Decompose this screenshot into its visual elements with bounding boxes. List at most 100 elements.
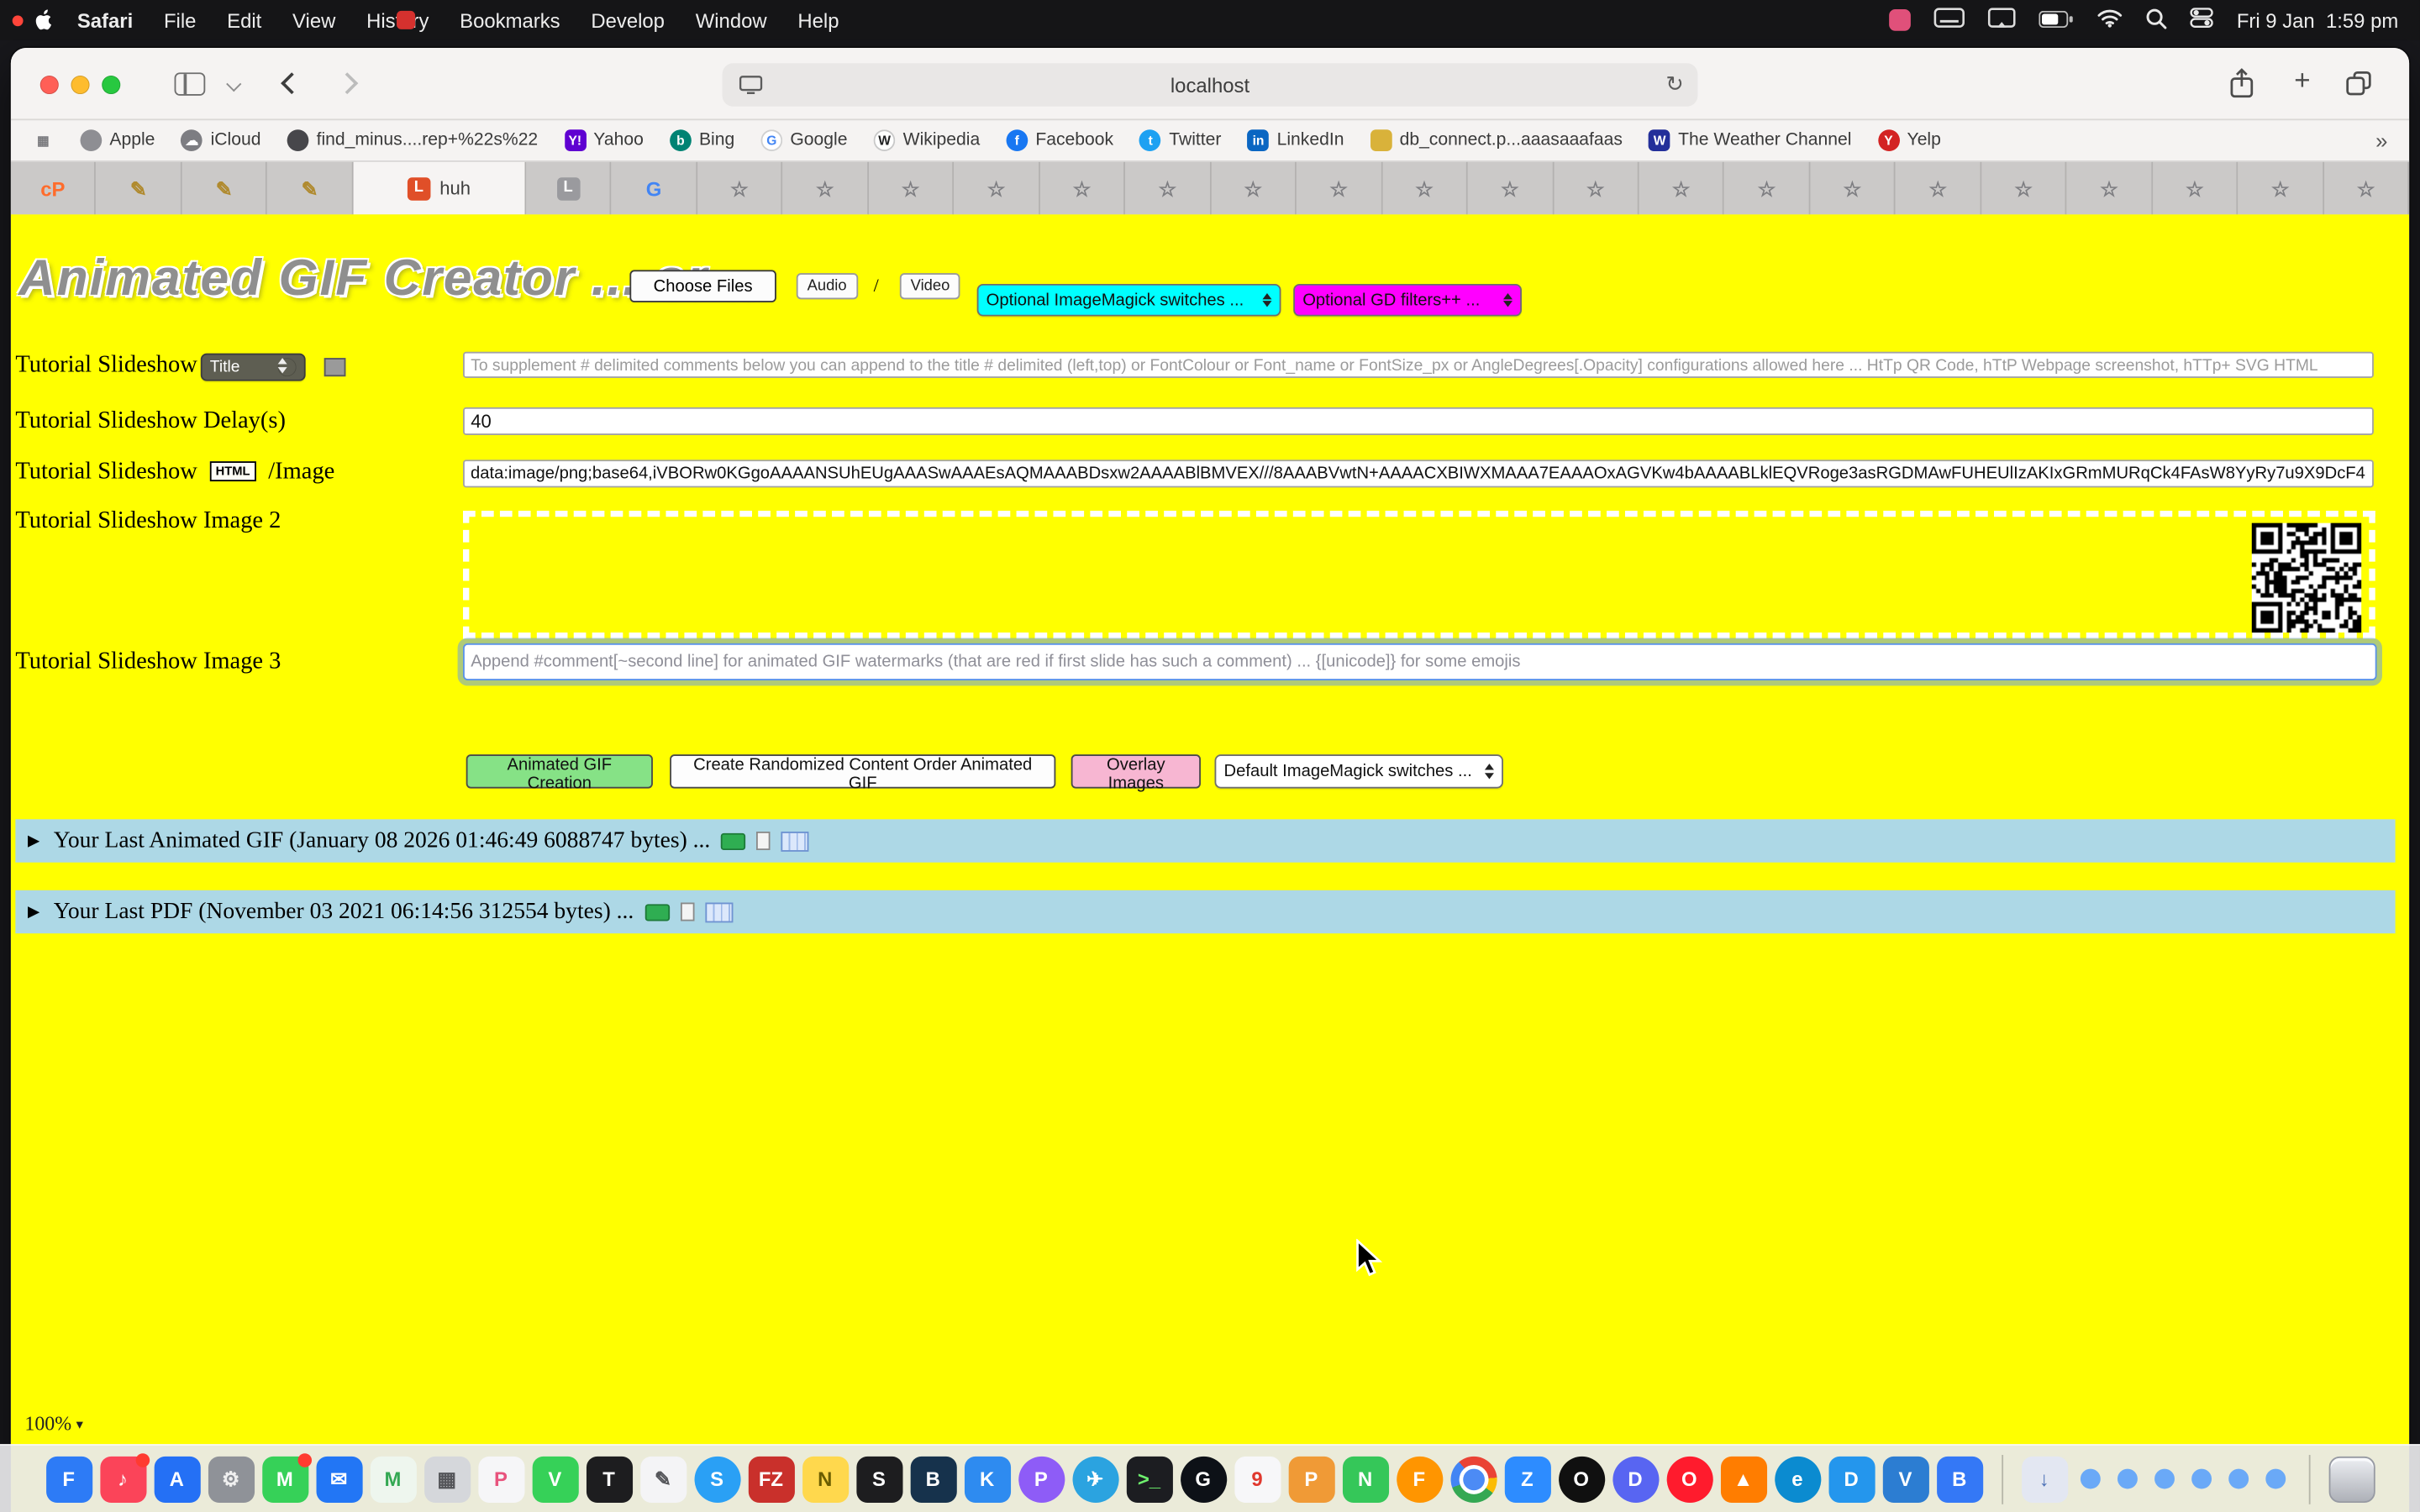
tab-litespeed[interactable]: L (526, 162, 612, 214)
dock-discord[interactable]: D (1612, 1456, 1658, 1502)
menu-window[interactable]: Window (680, 8, 782, 32)
animated-gif-creation-button[interactable]: Animated GIF Creation (466, 754, 653, 788)
wifi-icon[interactable] (2098, 8, 2123, 32)
dock-bluetooth[interactable]: B (1936, 1456, 1982, 1502)
favorite-twitter[interactable]: tTwitter (1139, 129, 1221, 151)
dock-bbedit[interactable]: B (910, 1456, 956, 1502)
favorite-weather-channel[interactable]: WThe Weather Channel (1649, 129, 1851, 151)
dock-numbers[interactable]: N (1342, 1456, 1388, 1502)
tab-blank-star-17[interactable]: ☆ (2067, 162, 2153, 214)
close-window-button[interactable] (40, 76, 59, 94)
dock-docker[interactable]: D (1828, 1456, 1875, 1502)
dock-stocks[interactable]: S (855, 1456, 902, 1502)
zoom-indicator[interactable]: 100% ▾ (24, 1412, 83, 1436)
tab-blank-star-10[interactable]: ☆ (1468, 162, 1554, 214)
menu-extra-pink-icon[interactable] (1890, 9, 1912, 31)
screen-mirroring-icon[interactable] (1988, 8, 2016, 32)
spotlight-icon[interactable] (2145, 7, 2167, 33)
favorite-find-minus[interactable]: find_minus....rep+%22s%22 (287, 129, 538, 151)
dock-tv[interactable]: T (586, 1456, 632, 1502)
dock-mail[interactable]: ✉ (316, 1456, 362, 1502)
title-config-input[interactable] (463, 352, 2374, 378)
tab-blank-star-12[interactable]: ☆ (1639, 162, 1725, 214)
dock-obs[interactable]: O (1558, 1456, 1604, 1502)
favorite-bing[interactable]: bBing (670, 129, 734, 151)
dock-notes[interactable]: N (802, 1456, 848, 1502)
dock-facetime[interactable]: V (532, 1456, 578, 1502)
overlay-images-button[interactable]: Overlay Images (1071, 754, 1201, 788)
sidebar-toggle-icon[interactable] (175, 72, 206, 96)
address-bar[interactable]: localhost ↻ (723, 63, 1698, 106)
dock-system-settings[interactable]: ⚙ (208, 1456, 254, 1502)
dock-safari[interactable]: S (694, 1456, 740, 1502)
menu-bar-clock[interactable]: Fri 9 Jan 1:59 pm (2237, 8, 2398, 32)
image2-dropzone[interactable] (463, 511, 2375, 638)
favorite-linkedin[interactable]: inLinkedIn (1248, 129, 1344, 151)
default-imagemagick-select[interactable]: Default ImageMagick switches ... (1215, 754, 1503, 788)
randomized-gif-button[interactable]: Create Randomized Content Order Animated… (670, 754, 1055, 788)
gd-filters-select[interactable]: Optional GD filters++ ... (1293, 284, 1522, 317)
favorite-icloud[interactable]: ☁iCloud (182, 129, 261, 151)
dock-keynote[interactable]: K (964, 1456, 1010, 1502)
favorite-apple[interactable]: Apple (81, 129, 155, 151)
dock-textedit[interactable]: ✎ (639, 1456, 686, 1502)
dock-pages[interactable]: P (1288, 1456, 1334, 1502)
favorite-yelp[interactable]: YYelp (1878, 129, 1941, 151)
favorites-overflow-chevron[interactable]: » (2375, 128, 2387, 152)
dock-window-2[interactable] (2117, 1469, 2137, 1489)
favorite-facebook[interactable]: fFacebook (1006, 129, 1113, 151)
dock-music[interactable]: ♪ (99, 1456, 145, 1502)
dock-maps[interactable]: M (370, 1456, 416, 1502)
battery-icon[interactable] (2039, 8, 2075, 32)
dock-chrome[interactable] (1450, 1456, 1497, 1502)
tab-blank-star-5[interactable]: ☆ (1039, 162, 1125, 214)
tab-tool-1[interactable]: ✎ (97, 162, 182, 214)
tab-blank-star-19[interactable]: ☆ (2238, 162, 2324, 214)
reload-icon[interactable]: ↻ (1665, 71, 1684, 97)
dock-window-5[interactable] (2228, 1469, 2248, 1489)
tab-tool-2[interactable]: ✎ (182, 162, 268, 214)
dock-messages[interactable]: M (261, 1456, 308, 1502)
back-button[interactable] (281, 72, 302, 94)
disclosure-triangle-icon[interactable]: ▶ (28, 832, 39, 849)
tab-blank-star-9[interactable]: ☆ (1382, 162, 1468, 214)
dock-vlc[interactable]: ▲ (1720, 1456, 1766, 1502)
dock-edge[interactable]: e (1774, 1456, 1820, 1502)
favorite-frequently-visited[interactable]: ▦ (33, 129, 55, 151)
title-select[interactable]: Title (201, 354, 306, 381)
image-data-input[interactable] (463, 459, 2374, 487)
file-icon[interactable] (756, 832, 771, 850)
watermark-input[interactable] (463, 643, 2377, 680)
tab-cpanel[interactable]: cP (11, 162, 97, 214)
tab-blank-star-7[interactable]: ☆ (1211, 162, 1297, 214)
colour-swatch[interactable] (324, 358, 346, 376)
disclosure-triangle-icon[interactable]: ▶ (28, 903, 39, 920)
menu-safari[interactable]: Safari (61, 8, 148, 32)
sidebar-chevron-icon[interactable] (226, 76, 241, 92)
tab-blank-star-6[interactable]: ☆ (1125, 162, 1211, 214)
tab-blank-star-11[interactable]: ☆ (1554, 162, 1639, 214)
tab-blank-star-18[interactable]: ☆ (2153, 162, 2238, 214)
tab-blank-star-8[interactable]: ☆ (1297, 162, 1382, 214)
minimize-window-button[interactable] (71, 76, 89, 94)
tab-overview-icon[interactable] (2346, 71, 2372, 103)
delay-input[interactable] (463, 407, 2374, 435)
menu-edit[interactable]: Edit (212, 8, 277, 32)
favorite-google[interactable]: GGoogle (760, 129, 847, 151)
favorite-yahoo[interactable]: Y!Yahoo (564, 129, 643, 151)
new-tab-button[interactable]: + (2294, 65, 2310, 97)
tab-blank-star-2[interactable]: ☆ (783, 162, 869, 214)
dock-filezilla[interactable]: FZ (748, 1456, 794, 1502)
html-badge[interactable]: HTML (209, 461, 256, 481)
tab-blank-star-1[interactable]: ☆ (697, 162, 783, 214)
favorite-wikipedia[interactable]: WWikipedia (874, 129, 980, 151)
menu-bookmarks[interactable]: Bookmarks (445, 8, 576, 32)
pdf-preview-icon[interactable] (644, 903, 669, 920)
dock-app-store[interactable]: A (154, 1456, 200, 1502)
dock-finder[interactable]: F (45, 1456, 92, 1502)
video-button[interactable]: Video (900, 273, 960, 299)
dock-launchpad[interactable]: ▦ (424, 1456, 470, 1502)
menu-develop[interactable]: Develop (576, 8, 680, 32)
keyboard-icon[interactable] (1934, 8, 1965, 32)
menu-view[interactable]: View (277, 8, 351, 32)
